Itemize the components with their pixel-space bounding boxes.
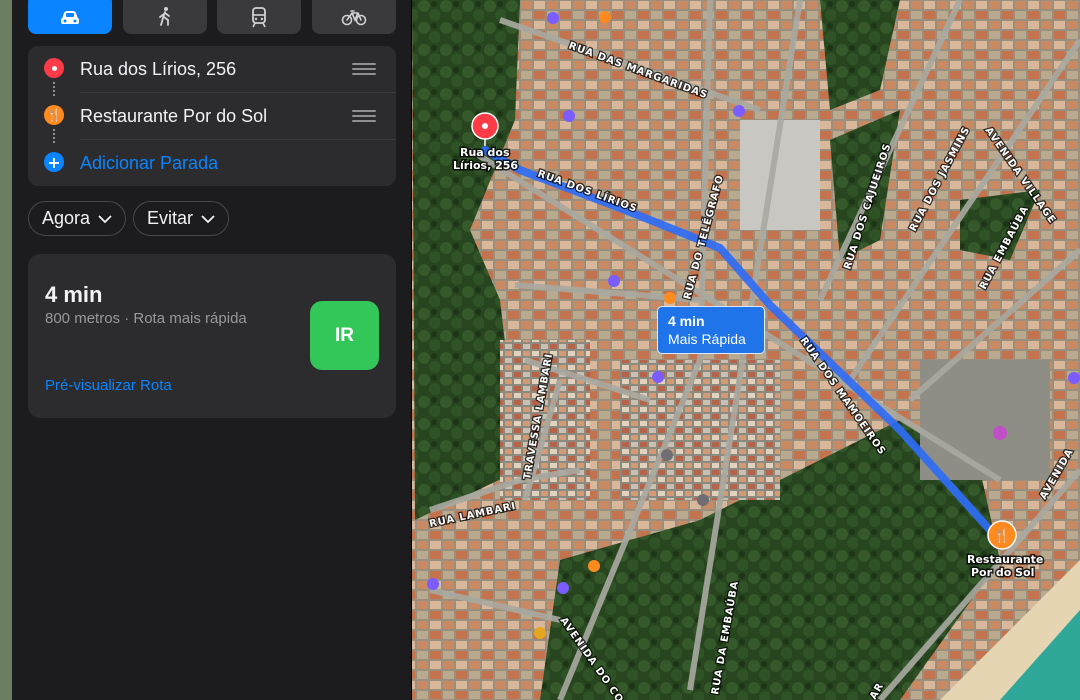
location-pin-icon bbox=[44, 58, 64, 78]
chevron-down-icon bbox=[98, 214, 112, 223]
route-duration: 4 min bbox=[45, 282, 103, 307]
bubble-duration: 4 min bbox=[668, 313, 705, 329]
bike-mode-button[interactable] bbox=[312, 0, 396, 34]
add-stop-link[interactable]: Adicionar Parada bbox=[80, 153, 218, 174]
avoid-label: Evitar bbox=[147, 208, 194, 228]
route-time-bubble[interactable]: 4 min Mais Rápida bbox=[657, 306, 765, 354]
avoid-options-button[interactable]: Evitar bbox=[133, 201, 230, 236]
destination-row[interactable]: 🍴 Restaurante Por do Sol bbox=[28, 93, 396, 139]
chevron-down-icon bbox=[201, 214, 215, 223]
bubble-label: Mais Rápida bbox=[668, 331, 746, 347]
train-icon bbox=[252, 7, 266, 28]
drag-handle-icon[interactable] bbox=[352, 63, 376, 75]
route-result-card[interactable]: 4 min 800 metros · Rota mais rápida IR P… bbox=[28, 254, 396, 418]
destination-label: Restaurante bbox=[967, 553, 1043, 566]
destination-text: Restaurante Por do Sol bbox=[80, 106, 268, 126]
origin-label: Lírios, 256 bbox=[453, 159, 518, 172]
departure-time-button[interactable]: Agora bbox=[28, 201, 127, 236]
car-mode-button[interactable] bbox=[28, 0, 112, 34]
car-icon bbox=[61, 11, 79, 24]
directions-panel: Rua dos Lírios, 256 🍴 Restaurante Por do… bbox=[12, 0, 412, 700]
origin-label: Rua dos bbox=[460, 146, 510, 159]
svg-text:🍴: 🍴 bbox=[994, 528, 1010, 544]
origin-text: Rua dos Lírios, 256 bbox=[80, 59, 237, 79]
go-button[interactable]: IR bbox=[310, 301, 379, 370]
preview-route-link[interactable]: Pré-visualizar Rota bbox=[45, 377, 172, 394]
walking-icon bbox=[159, 7, 170, 26]
fork-knife-icon: 🍴 bbox=[44, 105, 64, 125]
plus-icon: + bbox=[44, 152, 64, 172]
destination-label: Por do Sol bbox=[971, 566, 1034, 579]
route-stops: Rua dos Lírios, 256 🍴 Restaurante Por do… bbox=[28, 46, 396, 186]
transport-mode-selector bbox=[28, 0, 396, 34]
add-stop-row[interactable]: + Adicionar Parada bbox=[28, 140, 396, 186]
bicycle-icon bbox=[341, 10, 367, 26]
origin-row[interactable]: Rua dos Lírios, 256 bbox=[28, 46, 396, 92]
route-details: 800 metros · Rota mais rápida bbox=[45, 310, 247, 327]
transit-mode-button[interactable] bbox=[217, 0, 301, 34]
restaurant-pin-icon[interactable]: 🍴 bbox=[987, 520, 1017, 550]
drag-handle-icon[interactable] bbox=[352, 110, 376, 122]
walk-mode-button[interactable] bbox=[123, 0, 207, 34]
departure-time-label: Agora bbox=[42, 208, 91, 228]
